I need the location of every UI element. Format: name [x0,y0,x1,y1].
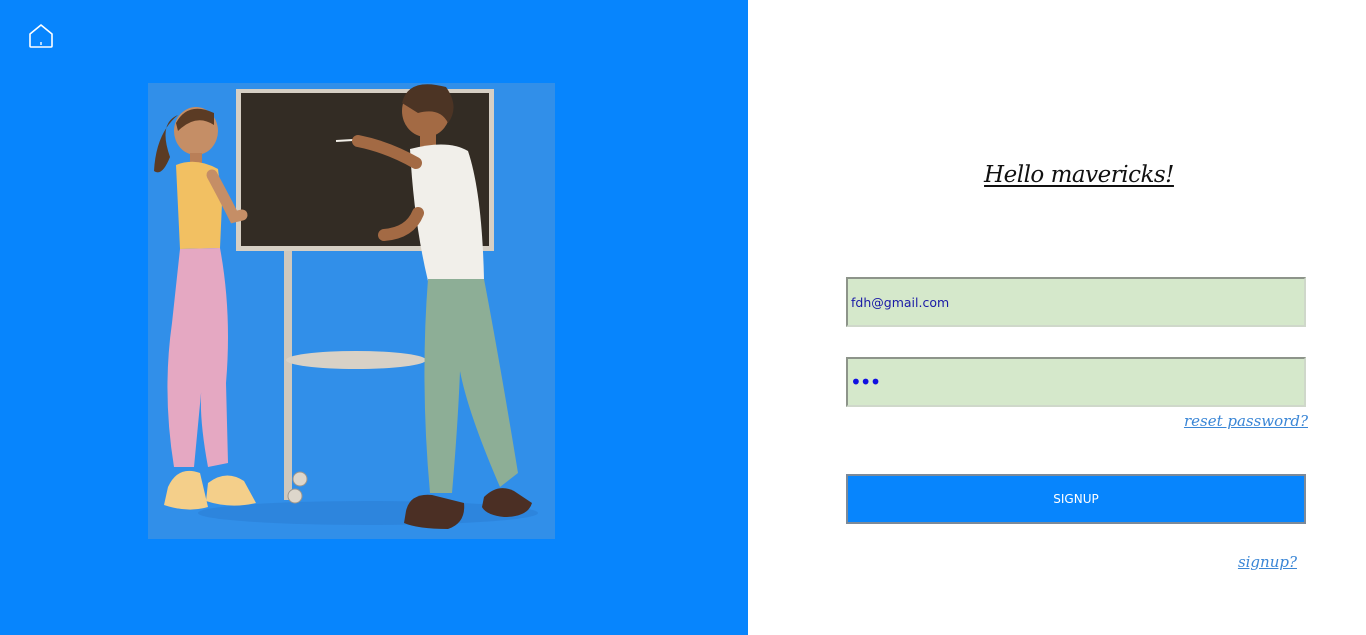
hero-illustration [148,83,555,539]
home-icon [29,24,53,48]
password-field[interactable] [846,357,1306,407]
login-panel: Hello mavericks! ••• reset password? SIG… [748,0,1366,635]
page-title: Hello mavericks! [984,162,1174,188]
home-button[interactable] [26,22,56,50]
reset-password-link[interactable]: reset password? [1184,412,1308,430]
email-field[interactable] [846,277,1306,327]
left-panel [0,0,748,635]
signup-button[interactable]: SIGNUP [846,474,1306,524]
signup-link[interactable]: signup? [1238,553,1297,571]
